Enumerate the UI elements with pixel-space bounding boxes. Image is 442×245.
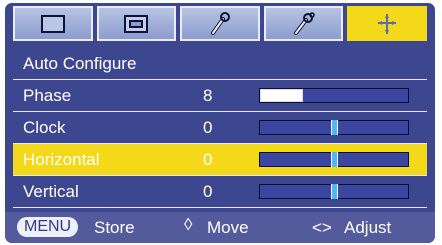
store-hint: Store [94,218,135,237]
auto-configure-label: Auto Configure [23,54,137,73]
position-icon [378,13,397,34]
menu-item-label: Horizontal [23,150,100,169]
menu-item-value: 0 [203,150,213,169]
tab-tools[interactable] [180,6,260,41]
menu-item-value: 0 [203,182,213,201]
menu-item-label: Clock [23,118,66,137]
menu-item-label: Vertical [23,182,79,201]
menu-item-horizontal[interactable]: Horizontal 0 [13,144,427,176]
slider-handle[interactable] [331,152,338,167]
tab-special-tools[interactable] [263,6,344,41]
tab-position[interactable] [347,6,427,41]
adjust-slider[interactable] [259,120,409,135]
adjust-slider[interactable] [259,88,409,103]
menu-item-value: 8 [203,86,213,105]
osd-menu: Auto Configure Phase 8 Clock 0 Horizontal 0 Ve… [5,3,435,243]
slider-handle[interactable] [331,184,338,199]
adjust-slider[interactable] [259,184,409,199]
menu-item-vertical[interactable]: Vertical 0 [13,176,427,208]
move-hint: Move [207,218,249,237]
special-tools-icon [293,11,315,35]
footer-help-bar: MENU Store ◊ Move <> Adjust [5,212,435,243]
menu-item-label: Phase [23,86,72,105]
menu-tab-bar [13,6,427,41]
menu-key-badge: MENU [17,217,79,237]
tab-screen[interactable] [96,6,177,41]
adjust-slider[interactable] [259,152,409,167]
screen-icon [124,14,149,33]
left-right-icon: <> [312,218,332,237]
picture-icon [40,14,65,33]
tools-icon [210,11,230,35]
slider-fill [260,89,303,102]
slider-handle[interactable] [331,120,338,135]
up-down-icon: ◊ [184,215,193,234]
adjust-hint: Adjust [344,218,392,237]
menu-item-value: 0 [203,118,213,137]
tab-picture[interactable] [13,6,93,41]
auto-configure-item[interactable]: Auto Configure [13,48,427,80]
menu-item-phase[interactable]: Phase 8 [13,80,427,112]
menu-item-clock[interactable]: Clock 0 [13,112,427,144]
menu-list: Auto Configure Phase 8 Clock 0 Horizontal 0 Ve… [13,48,427,208]
